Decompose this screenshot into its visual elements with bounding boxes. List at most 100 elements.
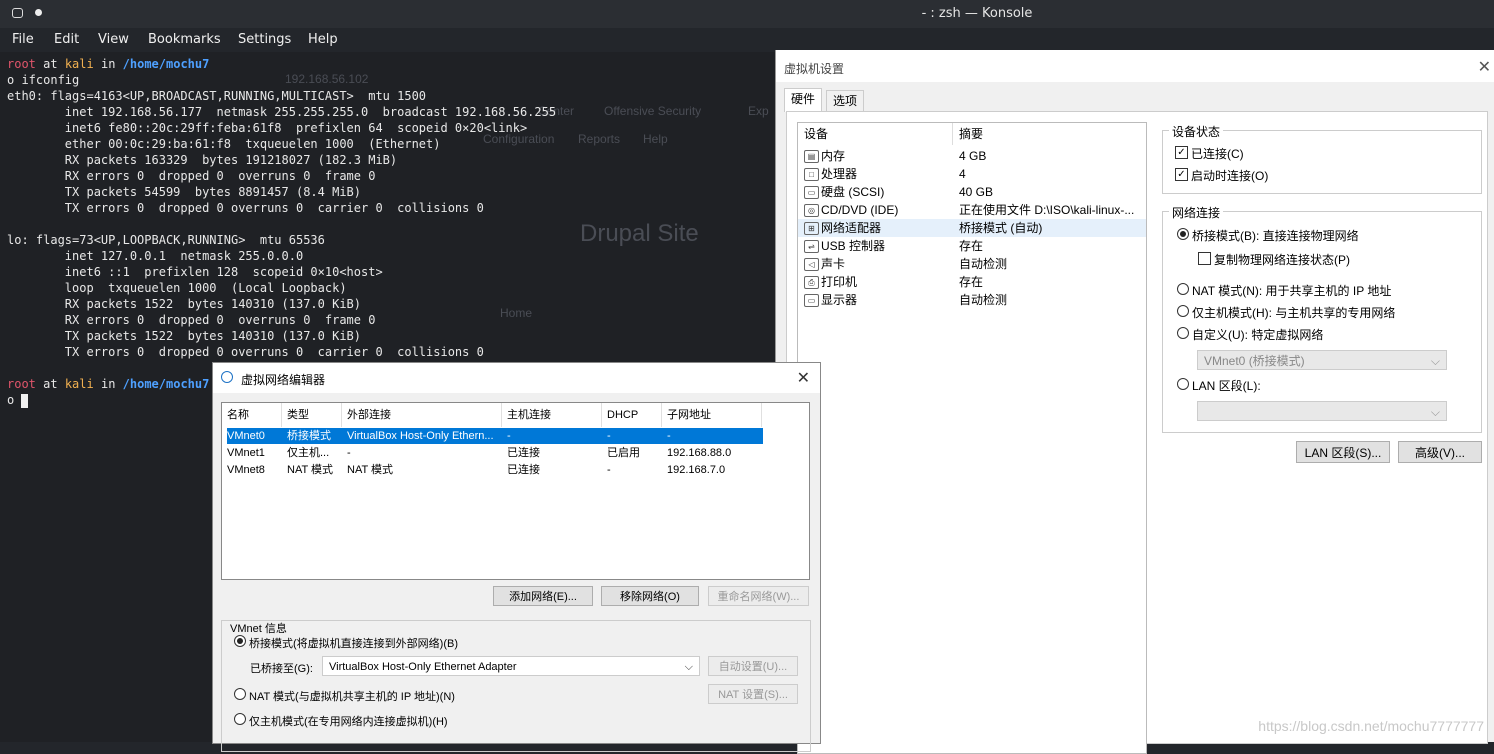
watermark: https://blog.csdn.net/mochu7777777 (1258, 718, 1484, 734)
table-cell: VirtualBox Host-Only Ethern... (347, 430, 494, 442)
host-only-radio[interactable] (234, 713, 246, 725)
device-summary: 正在使用文件 D:\ISO\kali-linux-... (959, 203, 1135, 217)
ghost-reports: Reports (578, 132, 621, 146)
prompt-at: at (43, 377, 58, 391)
column-header-subnet[interactable]: 子网地址 (662, 403, 762, 427)
nat-settings-button[interactable]: NAT 设置(S)... (708, 684, 798, 704)
table-row[interactable]: VMnet8 NAT 模式 NAT 模式 已连接 - 192.168.7.0 (227, 462, 763, 478)
window-title: - : zsh — Konsole (921, 6, 1033, 21)
nat-label: NAT 模式(N): 用于共享主机的 IP 地址 (1192, 284, 1392, 298)
terminal-output-line: RX packets 163329 bytes 191218027 (182.3… (7, 153, 398, 167)
device-row[interactable]: ⊞ 网络适配器 桥接模式 (自动) (798, 219, 1146, 237)
device-name: 显示器 (821, 293, 858, 307)
custom-radio[interactable] (1177, 327, 1189, 339)
rename-network-button[interactable]: 重命名网络(W)... (708, 586, 809, 606)
menu-help[interactable]: Help (308, 32, 338, 47)
device-row[interactable]: ⇌ USB 控制器 存在 (798, 237, 1146, 255)
terminal-output-line: lo: flags=73<UP,LOOPBACK,RUNNING> mtu 65… (7, 233, 325, 247)
lan-segment-label: LAN 区段(L): (1192, 379, 1261, 393)
menu-bookmarks[interactable]: Bookmarks (148, 32, 221, 47)
lan-segments-button[interactable]: LAN 区段(S)... (1296, 441, 1390, 463)
column-header-type[interactable]: 类型 (282, 403, 342, 427)
globe-icon (221, 371, 233, 383)
device-row[interactable]: ⎙ 打印机 存在 (798, 273, 1146, 291)
close-icon[interactable]: ✕ (797, 368, 810, 388)
device-column-header[interactable]: 设备 (798, 123, 953, 145)
nat-radio[interactable] (234, 688, 246, 700)
lan-segment-radio[interactable] (1177, 378, 1189, 390)
host-only-radio[interactable] (1177, 305, 1189, 317)
tab-hardware[interactable]: 硬件 (784, 88, 823, 112)
input-line[interactable]: o (7, 392, 29, 408)
table-cell: VMnet0 (227, 430, 265, 442)
device-list: 设备 摘要 ▤ 内存 4 GB □ 处理器 4 ▭ 硬盘 (SCSI) 40 GB ◎ CD/DVD… (797, 122, 1147, 754)
device-row[interactable]: ▭ 硬盘 (SCSI) 40 GB (798, 183, 1146, 201)
tab-options[interactable]: 选项 (826, 90, 865, 111)
custom-network-dropdown[interactable]: VMnet0 (桥接模式) ⌵ (1197, 350, 1447, 370)
bridged-label: 桥接模式(B): 直接连接物理网络 (1192, 229, 1359, 243)
device-status-group: 设备状态 ✓ 已连接(C) ✓ 启动时连接(O) (1162, 123, 1482, 194)
menu-file[interactable]: File (12, 32, 34, 47)
terminal-output-line: ether 00:0c:29:ba:61:f8 txqueuelen 1000 … (7, 137, 441, 151)
ghost-home: Home (500, 306, 533, 320)
table-row[interactable]: VMnet1 仅主机... - 已连接 已启用 192.168.88.0 (227, 445, 763, 461)
network-table: 名称 类型 外部连接 主机连接 DHCP 子网地址 VMnet0 桥接模式 Virt… (221, 402, 810, 580)
harddisk-icon: ▭ (804, 186, 819, 199)
prompt-in: in (100, 57, 116, 71)
device-row[interactable]: ◎ CD/DVD (IDE) 正在使用文件 D:\ISO\kali-linux-..… (798, 201, 1146, 219)
column-header-dhcp[interactable]: DHCP (602, 403, 662, 427)
custom-label: 自定义(U): 特定虚拟网络 (1192, 328, 1324, 342)
remove-network-button[interactable]: 移除网络(O) (601, 586, 699, 606)
ghost-help: Help (643, 132, 668, 146)
bridged-radio[interactable] (234, 635, 246, 647)
terminal-output-line: RX errors 0 dropped 0 overruns 0 frame 0 (7, 313, 376, 327)
connect-on-start-checkbox[interactable]: ✓ (1175, 168, 1188, 181)
table-cell: 桥接模式 (287, 430, 331, 442)
lan-segment-dropdown[interactable]: ⌵ (1197, 401, 1447, 421)
table-cell: 已连接 (507, 464, 540, 476)
terminal-output-line: inet6 ::1 prefixlen 128 scopeid 0×10<hos… (7, 265, 383, 279)
close-icon[interactable]: ✕ (1478, 57, 1491, 77)
advanced-button[interactable]: 高级(V)... (1398, 441, 1482, 463)
group-title: 设备状态 (1169, 123, 1224, 140)
bridged-radio[interactable] (1177, 228, 1189, 240)
device-row[interactable]: ◁ 声卡 自动检测 (798, 255, 1146, 273)
group-title: 网络连接 (1169, 204, 1224, 221)
bridged-to-label: 已桥接至(G): (250, 663, 313, 675)
add-network-button[interactable]: 添加网络(E)... (493, 586, 593, 606)
sound-icon: ◁ (804, 258, 819, 271)
table-cell: - (607, 430, 611, 442)
terminal-output-line: eth0: flags=4163<UP,BROADCAST,RUNNING,MU… (7, 89, 427, 103)
device-row[interactable]: ▤ 内存 4 GB (798, 147, 1146, 165)
terminal-output-line: inet6 fe80::20c:29ff:feba:61f8 prefixlen… (7, 121, 528, 135)
device-summary: 存在 (959, 275, 984, 289)
prompt-path: /home/mochu7 (122, 57, 210, 71)
menu-edit[interactable]: Edit (54, 32, 79, 47)
column-header-name[interactable]: 名称 (222, 403, 282, 427)
bridged-label: 桥接模式(将虚拟机直接连接到外部网络)(B) (249, 638, 458, 650)
device-name: CD/DVD (IDE) (821, 203, 899, 217)
command-line: o ifconfig (7, 73, 80, 87)
connected-checkbox[interactable]: ✓ (1175, 146, 1188, 159)
device-row[interactable]: □ 处理器 4 (798, 165, 1146, 183)
bridged-adapter-dropdown[interactable]: VirtualBox Host-Only Ethernet Adapter ⌵ (322, 656, 700, 676)
prompt-line: root at kali in /home/mochu7 (7, 56, 209, 72)
connect-on-start-label: 启动时连接(O) (1191, 169, 1269, 183)
device-row[interactable]: ▭ 显示器 自动检测 (798, 291, 1146, 309)
table-cell: NAT 模式 (287, 464, 334, 476)
replicate-checkbox[interactable] (1198, 252, 1211, 265)
summary-column-header[interactable]: 摘要 (953, 123, 1145, 145)
terminal-output-line: TX packets 1522 bytes 140310 (137.0 KiB) (7, 329, 362, 343)
nat-radio[interactable] (1177, 283, 1189, 295)
device-name: USB 控制器 (821, 239, 886, 253)
menu-view[interactable]: View (98, 32, 129, 47)
auto-settings-button[interactable]: 自动设置(U)... (708, 656, 798, 676)
vm-settings-title: 虚拟机设置 (784, 62, 845, 76)
table-cell: - (667, 430, 671, 442)
column-header-external[interactable]: 外部连接 (342, 403, 502, 427)
network-editor-title: 虚拟网络编辑器 (241, 373, 326, 387)
table-row[interactable]: VMnet0 桥接模式 VirtualBox Host-Only Ethern...… (227, 428, 763, 444)
menu-settings[interactable]: Settings (238, 32, 291, 47)
column-header-host[interactable]: 主机连接 (502, 403, 602, 427)
prompt-in: in (100, 377, 116, 391)
